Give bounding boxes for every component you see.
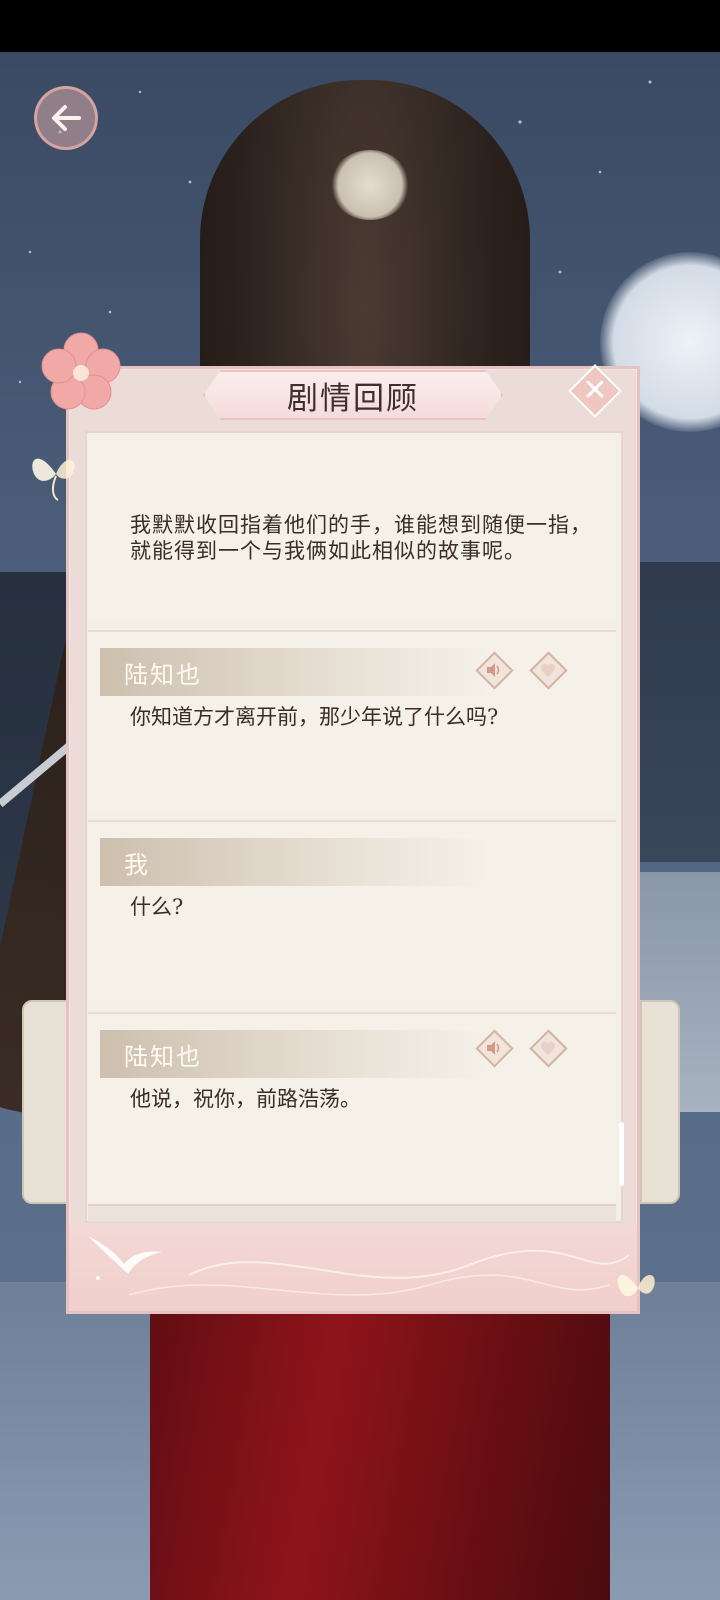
close-button[interactable]: ✕ xyxy=(568,364,622,418)
swallow-icon xyxy=(88,1236,162,1280)
status-bar xyxy=(0,0,720,52)
heart-icon xyxy=(541,663,555,677)
plum-blossom-icon xyxy=(41,332,121,410)
scrollbar-thumb[interactable] xyxy=(619,1122,624,1186)
voice-play-button[interactable] xyxy=(474,650,514,690)
dialog-title: 剧情回顾 xyxy=(287,380,419,417)
heart-icon xyxy=(541,1041,555,1055)
back-button[interactable] xyxy=(34,86,98,150)
hairpin-ornament xyxy=(330,150,410,220)
butterfly-icon xyxy=(32,458,75,501)
butterfly-icon xyxy=(617,1274,655,1297)
favorite-button[interactable] xyxy=(528,1028,568,1068)
speaker-name: 陆知也 xyxy=(124,660,202,689)
next-entry-peek xyxy=(88,1204,616,1222)
speaker-band: 陆知也 xyxy=(100,1030,490,1078)
speaker-name: 我 xyxy=(124,850,150,879)
speaker-icon xyxy=(487,663,500,677)
dialogue-text: 他说，祝你，前路浩荡。 xyxy=(130,1087,361,1111)
dialogue-text: 你知道方才离开前，那少年说了什么吗? xyxy=(130,705,499,729)
back-arrow-icon xyxy=(52,105,81,131)
speaker-band: 陆知也 xyxy=(100,648,490,696)
speaker-name: 陆知也 xyxy=(124,1042,202,1071)
close-icon: ✕ xyxy=(582,373,608,408)
voice-play-button[interactable] xyxy=(474,1028,514,1068)
story-entry-dialogue: 陆知也 他说，祝你，前路浩荡。 xyxy=(88,1012,616,1198)
story-entry-dialogue: 陆知也 你知道方才离开前，那少年说了什么吗? xyxy=(88,630,616,812)
favorite-button[interactable] xyxy=(528,650,568,690)
dialog-title-plate: 剧情回顾 xyxy=(203,370,503,420)
speaker-band: 我 xyxy=(100,838,490,886)
speaker-icon xyxy=(487,1041,500,1055)
background-card-right xyxy=(640,1000,680,1204)
narration-text: 我默默收回指着他们的手，谁能想到随便一指，就能得到一个与我俩如此相似的故事呢。 xyxy=(130,513,592,563)
story-entry-narration: 我默默收回指着他们的手，谁能想到随便一指，就能得到一个与我俩如此相似的故事呢。 xyxy=(88,440,616,620)
story-entry-dialogue: 我 什么? xyxy=(88,820,616,1002)
dialogue-text: 什么? xyxy=(130,895,184,919)
